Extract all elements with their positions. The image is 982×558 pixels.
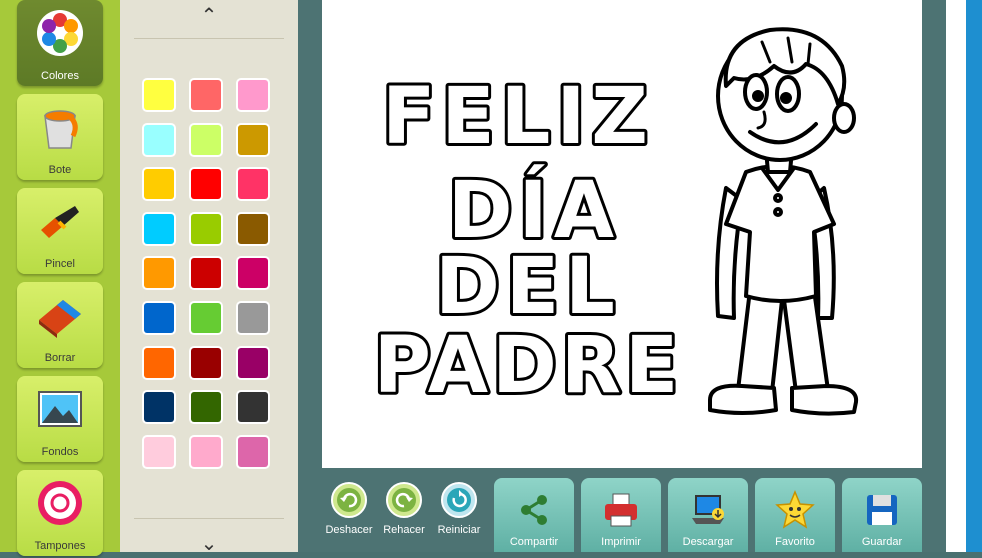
reset-button[interactable]: Reiniciar bbox=[431, 482, 487, 552]
color-swatch[interactable] bbox=[144, 214, 174, 244]
color-swatch[interactable] bbox=[238, 303, 268, 333]
tool-label: Colores bbox=[41, 70, 79, 82]
drawing-canvas[interactable]: FELIZ DÍA DEL PADRE bbox=[322, 0, 922, 468]
share-button[interactable]: Compartir bbox=[494, 478, 574, 552]
title-line-1: FELIZ bbox=[382, 72, 654, 162]
color-swatch[interactable] bbox=[191, 437, 221, 467]
undo-button[interactable]: Deshacer bbox=[321, 482, 377, 552]
color-swatch[interactable] bbox=[144, 169, 174, 199]
tool-label: Pincel bbox=[45, 258, 75, 270]
palette-icon bbox=[37, 10, 83, 56]
palette-scroll-down-icon[interactable]: ⌄ bbox=[120, 528, 298, 558]
print-label: Imprimir bbox=[601, 536, 641, 548]
tool-bote[interactable]: Bote bbox=[17, 94, 103, 180]
tool-sidebar: Colores Bote Pincel Borrar Fondos Tampon… bbox=[0, 0, 120, 556]
save-label: Guardar bbox=[861, 536, 903, 548]
landscape-icon bbox=[38, 391, 82, 427]
color-swatch[interactable] bbox=[144, 437, 174, 467]
stamp-icon bbox=[38, 481, 82, 525]
divider bbox=[134, 38, 284, 39]
color-swatch[interactable] bbox=[238, 258, 268, 288]
paint-bucket-icon bbox=[44, 110, 78, 149]
color-swatch[interactable] bbox=[238, 80, 268, 110]
download-button[interactable]: Descargar bbox=[668, 478, 748, 552]
color-swatch[interactable] bbox=[144, 303, 174, 333]
color-swatch[interactable] bbox=[238, 169, 268, 199]
eraser-icon bbox=[39, 300, 81, 338]
color-swatch[interactable] bbox=[191, 258, 221, 288]
color-swatch[interactable] bbox=[191, 80, 221, 110]
tool-tampones[interactable]: Tampones bbox=[17, 470, 103, 556]
star-icon bbox=[775, 490, 815, 529]
undo-icon bbox=[331, 482, 367, 518]
color-swatch[interactable] bbox=[191, 169, 221, 199]
color-swatch[interactable] bbox=[191, 214, 221, 244]
favorite-label: Favorito bbox=[775, 536, 815, 548]
color-swatch[interactable] bbox=[191, 303, 221, 333]
color-swatch[interactable] bbox=[144, 80, 174, 110]
save-button[interactable]: Guardar bbox=[842, 478, 922, 552]
side-banner[interactable] bbox=[966, 0, 982, 552]
color-swatch[interactable] bbox=[144, 392, 174, 422]
print-button[interactable]: Imprimir bbox=[581, 478, 661, 552]
father-illustration bbox=[708, 27, 859, 416]
color-swatch[interactable] bbox=[144, 348, 174, 378]
reset-icon bbox=[441, 482, 477, 518]
color-swatch[interactable] bbox=[238, 125, 268, 155]
right-gutter bbox=[946, 0, 966, 552]
tool-borrar[interactable]: Borrar bbox=[17, 282, 103, 368]
color-swatch[interactable] bbox=[144, 125, 174, 155]
tool-pincel[interactable]: Pincel bbox=[17, 188, 103, 274]
redo-label: Rehacer bbox=[383, 524, 425, 536]
favorite-button[interactable]: Favorito bbox=[755, 478, 835, 552]
tool-fondos[interactable]: Fondos bbox=[17, 376, 103, 462]
floppy-disk-icon bbox=[867, 495, 897, 525]
color-palette: ⌃ ⌄ bbox=[120, 0, 298, 555]
color-swatch[interactable] bbox=[191, 392, 221, 422]
printer-icon bbox=[605, 493, 637, 527]
color-swatch[interactable] bbox=[238, 392, 268, 422]
tool-label: Bote bbox=[48, 164, 72, 176]
tool-label: Fondos bbox=[41, 446, 79, 458]
tool-label: Tampones bbox=[34, 540, 86, 552]
divider bbox=[134, 518, 284, 519]
palette-scroll-up-icon[interactable]: ⌃ bbox=[120, 0, 298, 30]
download-label: Descargar bbox=[682, 536, 734, 548]
tool-colores[interactable]: Colores bbox=[17, 0, 103, 86]
color-swatch[interactable] bbox=[191, 125, 221, 155]
coloring-page: FELIZ DÍA DEL PADRE bbox=[371, 27, 859, 416]
undo-label: Deshacer bbox=[325, 524, 373, 536]
redo-button[interactable]: Rehacer bbox=[376, 482, 432, 552]
tool-label: Borrar bbox=[44, 352, 76, 364]
title-line-4: PADRE bbox=[374, 321, 682, 411]
color-swatch[interactable] bbox=[144, 258, 174, 288]
brush-icon bbox=[41, 206, 79, 238]
color-swatch[interactable] bbox=[238, 437, 268, 467]
color-swatch[interactable] bbox=[238, 348, 268, 378]
share-icon bbox=[521, 495, 547, 525]
redo-icon bbox=[386, 482, 422, 518]
color-swatch[interactable] bbox=[238, 214, 268, 244]
color-swatch[interactable] bbox=[191, 348, 221, 378]
title-line-3: DEL bbox=[435, 242, 621, 332]
reset-label: Reiniciar bbox=[437, 524, 481, 536]
laptop-download-icon bbox=[692, 495, 724, 524]
share-label: Compartir bbox=[509, 536, 559, 548]
